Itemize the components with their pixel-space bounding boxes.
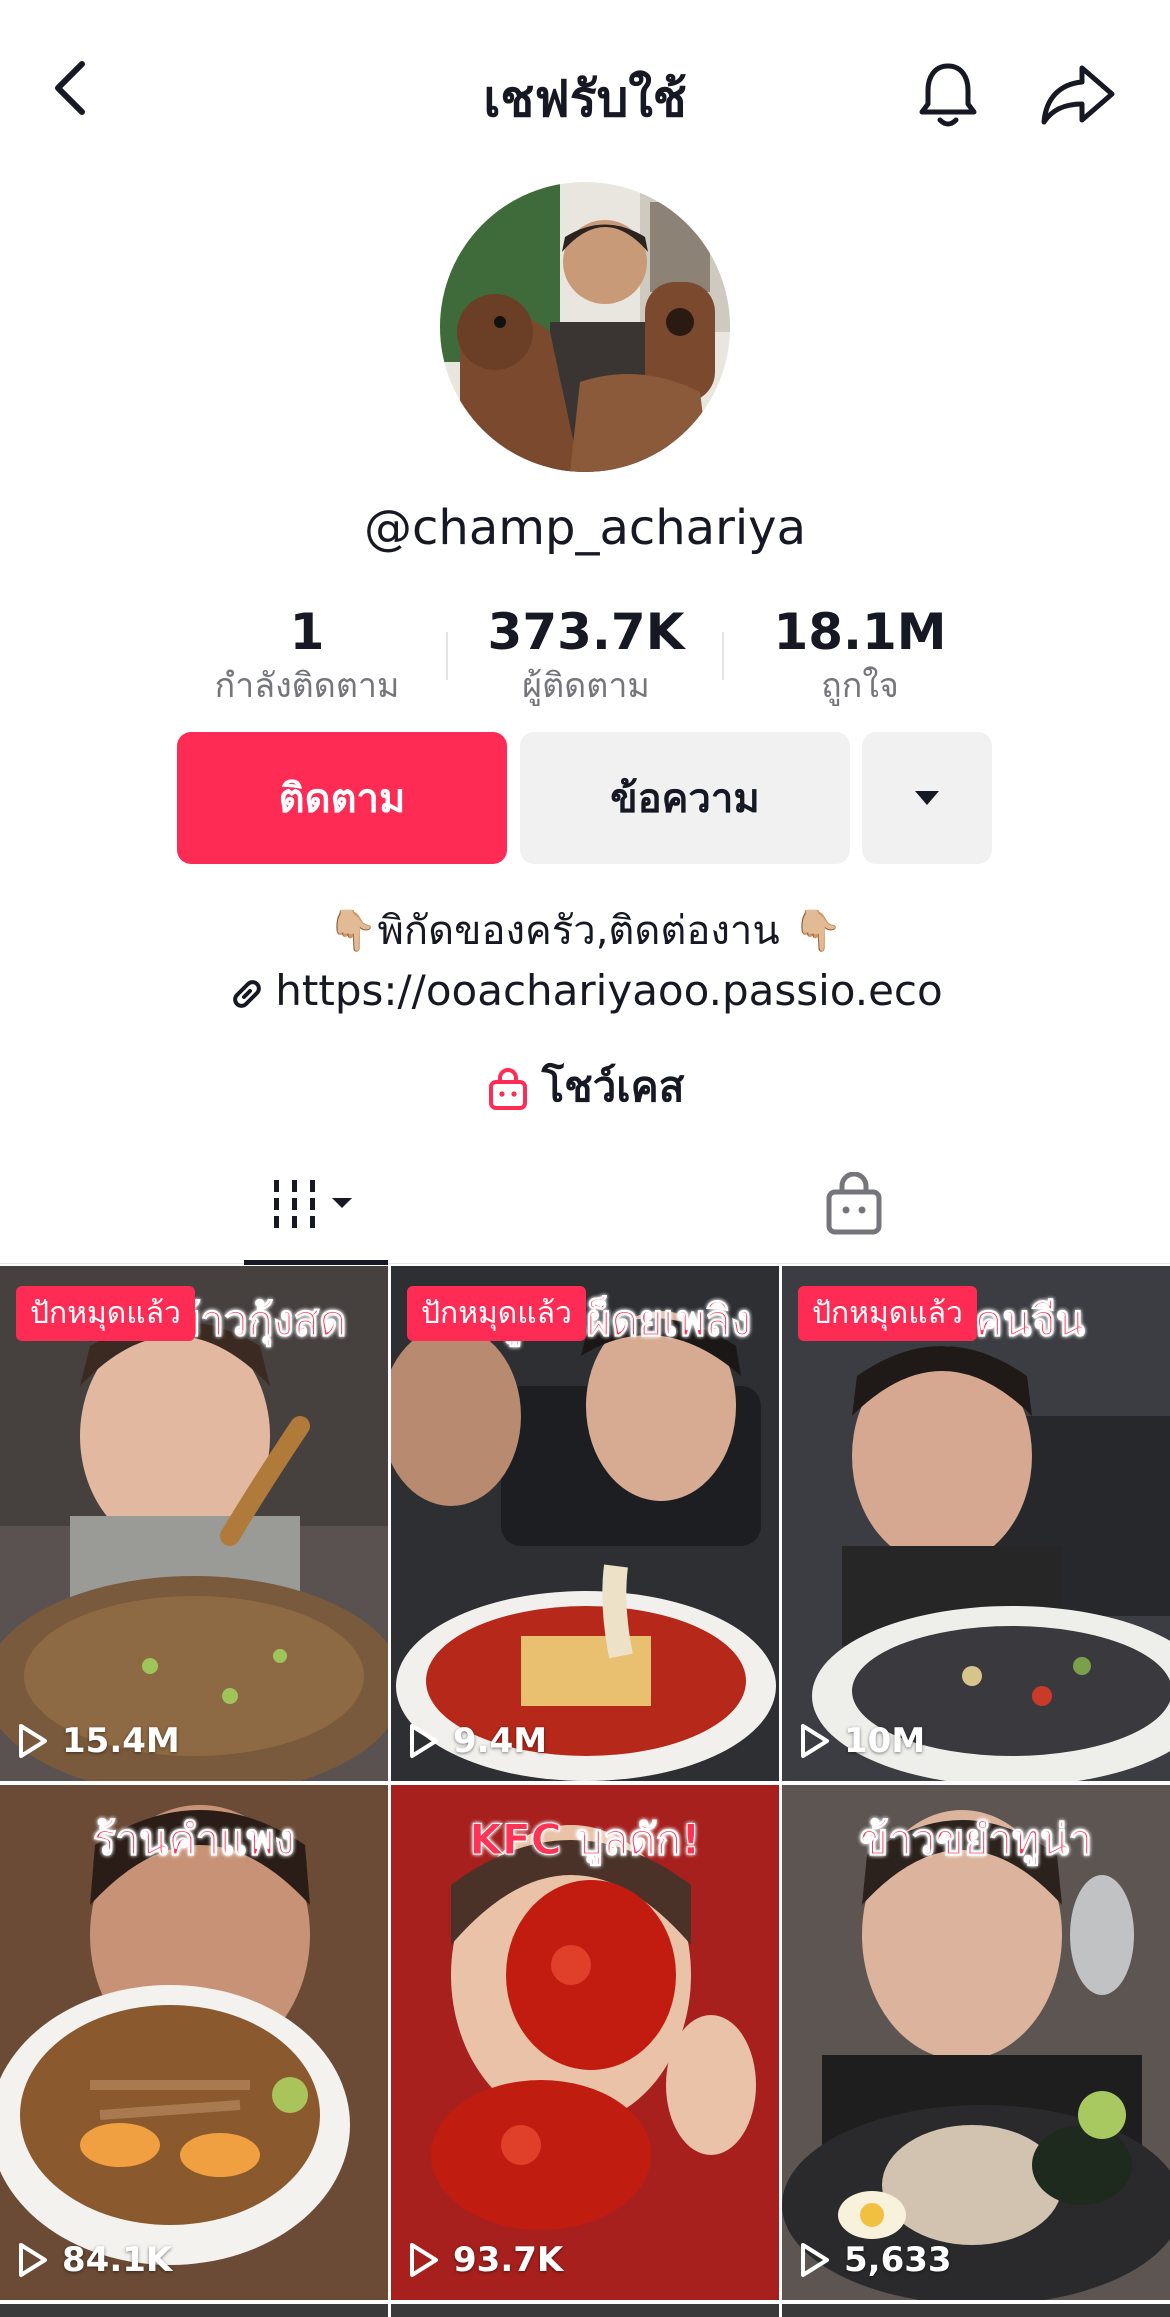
more-options-button[interactable]	[862, 732, 992, 864]
video-caption: ร้านคำแพง	[93, 1815, 296, 1865]
caret-down-icon	[915, 791, 939, 805]
play-icon	[410, 1724, 438, 1758]
stat-likes-label: ถูกใจ	[821, 666, 899, 706]
follow-button[interactable]: ติดตาม	[177, 732, 507, 864]
profile-bio: 👇🏼พิกัดของครัว,ติดต่องาน 👇🏼	[327, 908, 843, 954]
link-icon	[233, 979, 262, 1008]
view-count: 9.4M	[409, 1721, 547, 1761]
view-count-text: 93.7K	[453, 2240, 564, 2280]
play-icon	[801, 2243, 829, 2277]
video-thumbnail[interactable]: ยำแซ่บข้าวกุ้งสด ปักหมุดแล้ว 15.4M	[0, 1266, 388, 1781]
video-thumbnail[interactable]: ยำหมูยอเผ็ดยเพลิง ปักหมุดแล้ว 9.4M	[391, 1266, 779, 1781]
stat-likes-count: 18.1M	[773, 603, 947, 661]
pinned-badge: ปักหมุดแล้ว	[407, 1286, 586, 1341]
stat-following[interactable]: 1 กำลังติดตาม	[177, 602, 437, 710]
profile-link[interactable]: https://ooachariyaoo.passio.eco	[0, 966, 1170, 1015]
video-caption: KFC บูลดัก!	[469, 1815, 701, 1865]
showcase-label: โชว์เคส	[541, 1062, 685, 1111]
tab-videos[interactable]	[244, 1150, 388, 1265]
play-icon	[19, 2243, 47, 2277]
shop-tab-icon[interactable]	[824, 1172, 884, 1236]
share-arrow-icon[interactable]	[1040, 62, 1116, 128]
video-thumbnail[interactable]: KFC บูลดัก! 93.7K	[391, 1785, 779, 2300]
play-icon	[801, 1724, 829, 1758]
view-count: 93.7K	[409, 2240, 563, 2280]
video-thumbnail[interactable]: ข้าวขยำทูน่า 5,633	[782, 1785, 1170, 2300]
stat-divider	[446, 632, 448, 680]
video-caption: ข้าวขยำทูน่า	[859, 1815, 1093, 1865]
profile-stats: 1 กำลังติดตาม 373.7K ผู้ติดตาม 18.1M ถูก…	[150, 602, 1020, 712]
stat-followers[interactable]: 373.7K ผู้ติดตาม	[456, 602, 716, 710]
username: @champ_achariya	[364, 500, 806, 556]
stat-following-label: กำลังติดตาม	[214, 666, 400, 706]
profile-link-text: https://ooachariyaoo.passio.eco	[275, 966, 943, 1015]
view-count-text: 9.4M	[453, 1721, 548, 1761]
profile-tabs	[0, 1150, 1170, 1265]
top-bar: เชฟรับใช้	[0, 0, 1170, 190]
view-count-text: 5,633	[844, 2240, 952, 2280]
view-count: 10M	[800, 1721, 925, 1761]
showcase-link[interactable]: โชว์เคส	[0, 1054, 1170, 1120]
stat-following-count: 1	[289, 603, 325, 661]
profile-avatar[interactable]	[440, 182, 730, 472]
tab-active-indicator	[244, 1260, 388, 1265]
video-grid: ยำแซ่บข้าวกุ้งสด ปักหมุดแล้ว 15.4M ยำหมู…	[0, 1266, 1170, 2317]
stat-divider	[722, 632, 724, 680]
grid-videos-icon	[274, 1180, 352, 1228]
video-thumbnail-partial[interactable]	[782, 2304, 1170, 2317]
video-thumbnail-partial[interactable]	[0, 2304, 388, 2317]
view-count: 5,633	[800, 2240, 952, 2280]
play-icon	[19, 1724, 47, 1758]
video-thumbnail[interactable]: ผัดหมี่คนจีน ปักหมุดแล้ว 10M	[782, 1266, 1170, 1781]
page-title: เชฟรับใช้	[483, 70, 687, 128]
view-count: 15.4M	[18, 1721, 180, 1761]
view-count-text: 84.1K	[62, 2240, 173, 2280]
video-thumbnail[interactable]: ร้านคำแพง 84.1K	[0, 1785, 388, 2300]
stat-likes[interactable]: 18.1M ถูกใจ	[730, 602, 990, 710]
view-count-text: 15.4M	[62, 1721, 180, 1761]
shopping-bag-icon	[488, 1067, 527, 1110]
bell-icon[interactable]	[912, 58, 984, 130]
pinned-badge: ปักหมุดแล้ว	[798, 1286, 977, 1341]
video-thumbnail-partial[interactable]	[391, 2304, 779, 2317]
play-icon	[410, 2243, 438, 2277]
pinned-badge: ปักหมุดแล้ว	[16, 1286, 195, 1341]
message-button[interactable]: ข้อความ	[520, 732, 850, 864]
view-count: 84.1K	[18, 2240, 172, 2280]
stat-followers-label: ผู้ติดตาม	[522, 666, 650, 706]
stat-followers-count: 373.7K	[487, 603, 685, 661]
view-count-text: 10M	[844, 1721, 926, 1761]
